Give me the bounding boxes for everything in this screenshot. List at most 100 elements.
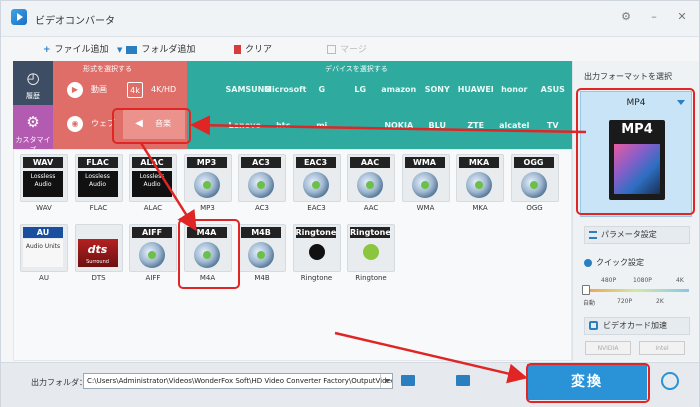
device-brand-1-2[interactable]: SAMSUNG [226,77,271,103]
audio-disc-icon [302,172,329,198]
format-header: FLAC [77,157,118,168]
settings-icon[interactable]: ⚙ [619,10,633,24]
clear-button[interactable]: クリア [234,43,272,57]
format-tile-aac[interactable]: AAC AAC [347,154,395,212]
device-brand-1-3[interactable]: Microsoft [264,77,306,103]
app-logo-icon [11,9,27,25]
history-label: 履歴 [26,92,40,100]
device-caption: デバイスを選択する [325,65,388,73]
format-tile-ac3[interactable]: AC3 AC3 [238,154,286,212]
format-tile-alac[interactable]: ALAC Lossless Audio ALAC [129,154,177,212]
device-brand-1-6[interactable]: amazon [380,77,419,103]
device-brand-2-8[interactable]: ZTE [457,113,496,139]
trash-icon [234,45,241,54]
device-brand-1-10[interactable]: ASUS [534,77,573,103]
device-brand-2-10[interactable]: TV [534,113,573,139]
quality-slider-handle[interactable] [582,285,590,295]
format-header: Ringtone [295,227,337,238]
format-header: AAC [350,157,390,168]
device-brand-1-4[interactable]: G [303,77,342,103]
device-brand-2-2[interactable]: Lenovo [226,113,265,139]
alarm-clock-icon[interactable] [661,372,679,390]
format-tile-mka[interactable]: MKA MKA [456,154,504,212]
format-header: WAV [23,157,63,168]
quality-1080p: 1080P [633,277,652,284]
device-brand-2-9[interactable]: alcatel [495,113,534,139]
format-tile-ringtone[interactable]: Ringtone Ringtone [292,224,341,282]
format-header: EAC3 [295,157,336,168]
device-brand-2-3[interactable]: htc [264,113,303,139]
add-folder-button[interactable]: ▼ フォルダ追加 [117,43,195,57]
parameter-settings-label: パラメータ設定 [601,230,657,239]
device-brand-2-4[interactable]: mi [303,113,342,139]
merge-button[interactable]: マージ [327,43,367,57]
format-grid: WAV Lossless Audio WAV FLAC Lossless Audio FL… [13,149,572,361]
chevron-down-icon[interactable] [380,374,392,388]
format-tile-m4b[interactable]: M4B M4B [238,224,286,282]
quality-480p: 480P [601,277,617,284]
device-brand-2-1[interactable] [187,113,226,139]
format-tile-mp3[interactable]: MP3 MP3 [183,154,232,212]
quick-settings-label: クイック設定 [584,257,644,268]
minimize-icon[interactable]: – [647,10,661,24]
format-header: WMA [404,157,445,168]
format-tile-wav[interactable]: WAV Lossless Audio WAV [20,154,68,212]
clear-label: クリア [245,45,273,55]
gpu-acceleration-button[interactable]: ビデオカード加速 [584,317,690,335]
format-tile-flac[interactable]: FLAC Lossless Audio FLAC [74,154,123,212]
format-tile-eac3[interactable]: EAC3 EAC3 [292,154,341,212]
format-tile-aiff[interactable]: AIFF AIFF [129,224,177,282]
audio-disc-icon [357,172,383,198]
format-tile-ringtone[interactable]: Ringtone Ringtone [347,224,395,282]
audio-disc-icon [139,242,165,268]
browse-folder-icon[interactable] [401,375,415,386]
intel-badge: Intel [639,341,685,355]
toolbar: + ファイル追加 ▼ フォルダ追加 クリア マージ [1,38,699,60]
sidebar: ◴ 履歴 ⚙ カスタマイズ [13,61,53,154]
format-tile-au[interactable]: AU Audio Units AU [20,224,68,282]
device-brand-1-9[interactable]: honor [495,77,534,103]
device-brand-2-6[interactable]: NOKIA [380,113,419,139]
nvidia-badge: NVIDIA [585,341,631,355]
category-4k-label: 4K/HD [151,85,177,94]
output-path-field[interactable]: C:\Users\Administrator\Videos\WonderFox … [83,373,393,389]
gpu-icon [589,321,598,330]
highlight-convert-button [526,363,650,403]
parameter-settings-button[interactable]: パラメータ設定 [584,226,690,244]
format-tile-dts[interactable]: dtsdtsSurroundDTS [74,224,123,282]
category-web[interactable]: ◉ ウェブ [61,109,119,139]
android-icon [363,244,379,260]
history-button[interactable]: ◴ 履歴 [13,61,53,105]
device-brand-2-5[interactable] [341,113,380,139]
add-file-button[interactable]: + ファイル追加 [43,43,109,57]
quality-slider-track[interactable] [585,289,689,292]
gpu-acceleration-label: ビデオカード加速 [603,321,667,330]
app-window: ビデオコンバータ ⚙ – ✕ + ファイル追加 ▼ フォルダ追加 クリア マージ ◴… [0,0,700,407]
audio-disc-icon [248,172,274,198]
open-folder-icon[interactable] [456,375,470,386]
merge-label: マージ [340,45,367,55]
audio-disc-icon [248,242,274,268]
format-header: AC3 [241,157,281,168]
add-file-label: ファイル追加 [54,45,109,55]
audio-disc-icon [411,172,438,198]
device-brand-2-7[interactable]: BLU [418,113,457,139]
category-4k[interactable]: 4k 4K/HD [123,75,185,105]
quick-icon [584,258,592,267]
customize-icon: ⚙ [26,113,40,131]
format-tile-ogg[interactable]: OGG OGG [510,154,559,212]
play-icon: ▶ [67,81,83,98]
format-header: M4B [241,227,281,238]
close-icon[interactable]: ✕ [675,10,689,24]
highlight-output-format [576,88,695,215]
device-brand-1-7[interactable]: SONY [418,77,457,103]
apple-icon [308,244,325,260]
device-brand-1-5[interactable]: LG [341,77,380,103]
customize-button[interactable]: ⚙ カスタマイズ [13,105,53,154]
device-brand-1-8[interactable]: HUAWEI [457,77,496,103]
device-brand-1-1[interactable] [187,77,226,103]
category-video[interactable]: ▶ 動画 [61,75,119,105]
audio-disc-icon [466,172,492,198]
format-tile-wma[interactable]: WMA WMA [401,154,450,212]
add-folder-label: フォルダ追加 [141,45,196,55]
